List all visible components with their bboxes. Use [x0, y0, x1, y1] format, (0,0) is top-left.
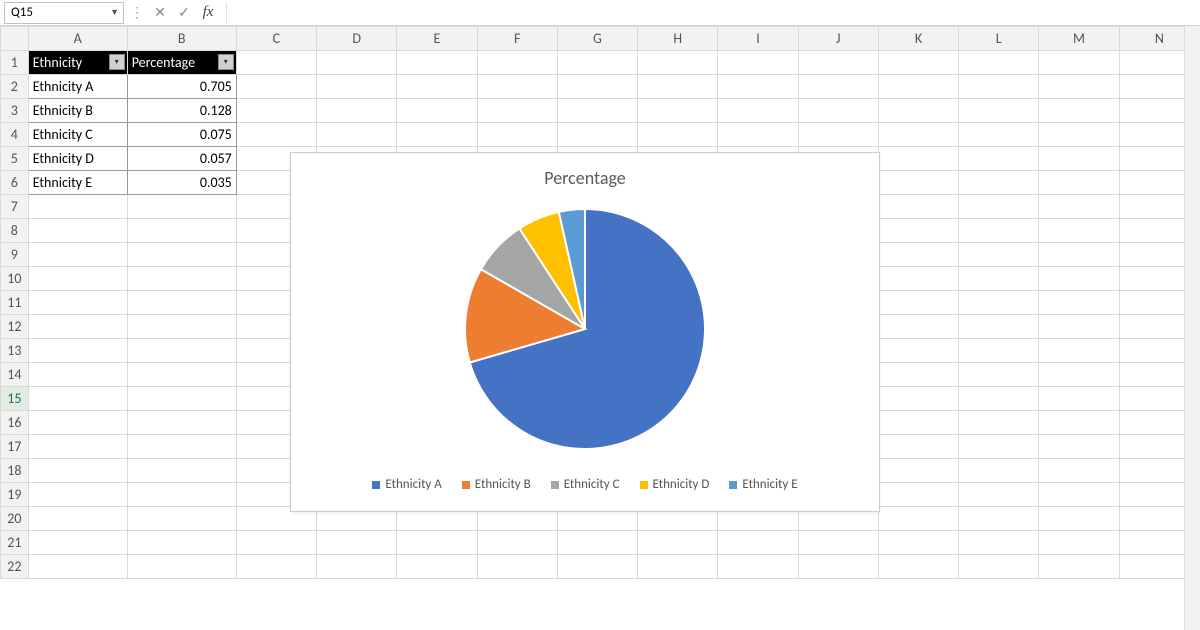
row-header-7[interactable]: 7 — [1, 195, 29, 219]
legend-item: Ethnicity E — [729, 477, 797, 492]
row-header-5[interactable]: 5 — [1, 147, 29, 171]
column-header-C[interactable]: C — [236, 27, 316, 51]
column-header-F[interactable]: F — [477, 27, 557, 51]
name-box-value: Q15 — [11, 5, 33, 20]
filter-button[interactable]: ▾ — [218, 54, 234, 70]
column-header-G[interactable]: G — [557, 27, 637, 51]
row-header-3[interactable]: 3 — [1, 99, 29, 123]
legend-item: Ethnicity A — [372, 477, 441, 492]
table-cell[interactable]: Ethnicity E — [28, 171, 127, 195]
row-header-13[interactable]: 13 — [1, 339, 29, 363]
filter-button[interactable]: ▾ — [109, 54, 125, 70]
header-cell-percentage[interactable]: Percentage▾ — [127, 51, 236, 75]
row-header-2[interactable]: 2 — [1, 75, 29, 99]
legend-label: Ethnicity C — [564, 477, 620, 492]
column-header-A[interactable]: A — [28, 27, 127, 51]
insert-function-button[interactable]: fx — [198, 3, 218, 23]
row-header-6[interactable]: 6 — [1, 171, 29, 195]
x-icon: ✕ — [154, 4, 166, 21]
table-cell[interactable]: Ethnicity B — [28, 99, 127, 123]
column-header-I[interactable]: I — [718, 27, 798, 51]
table-cell[interactable]: 0.035 — [127, 171, 236, 195]
row-header-19[interactable]: 19 — [1, 483, 29, 507]
row-header-21[interactable]: 21 — [1, 531, 29, 555]
row-header-12[interactable]: 12 — [1, 315, 29, 339]
column-header-E[interactable]: E — [397, 27, 477, 51]
table-cell[interactable]: 0.057 — [127, 147, 236, 171]
legend-swatch — [729, 481, 737, 489]
row-header-22[interactable]: 22 — [1, 555, 29, 579]
column-header-H[interactable]: H — [638, 27, 718, 51]
formula-bar: Q15 ▼ ⋮ ✕ ✓ fx — [0, 0, 1200, 26]
row-header-16[interactable]: 16 — [1, 411, 29, 435]
chart-title: Percentage — [291, 167, 879, 189]
legend-item: Ethnicity D — [640, 477, 710, 492]
table-cell[interactable]: 0.075 — [127, 123, 236, 147]
chart-legend: Ethnicity A Ethnicity B Ethnicity C Ethnici… — [291, 477, 879, 492]
formula-input[interactable] — [226, 2, 1196, 24]
legend-swatch — [462, 481, 470, 489]
legend-item: Ethnicity C — [551, 477, 620, 492]
table-cell[interactable]: 0.128 — [127, 99, 236, 123]
legend-label: Ethnicity D — [653, 477, 710, 492]
pie-chart[interactable]: Percentage Ethnicity AEthnicity BEthnici… — [290, 152, 880, 512]
row-header-20[interactable]: 20 — [1, 507, 29, 531]
row-header-18[interactable]: 18 — [1, 459, 29, 483]
select-all-corner[interactable] — [1, 27, 29, 51]
chevron-down-icon: ▼ — [110, 7, 119, 18]
table-cell[interactable]: Ethnicity C — [28, 123, 127, 147]
cancel-formula-button[interactable]: ✕ — [150, 3, 170, 23]
table-cell[interactable]: Ethnicity A — [28, 75, 127, 99]
row-header-11[interactable]: 11 — [1, 291, 29, 315]
table-cell[interactable]: 0.705 — [127, 75, 236, 99]
legend-swatch — [640, 481, 648, 489]
separator: ⋮ — [128, 4, 146, 21]
vertical-scrollbar[interactable] — [1184, 26, 1200, 630]
row-header-9[interactable]: 9 — [1, 243, 29, 267]
column-header-J[interactable]: J — [798, 27, 878, 51]
accept-formula-button[interactable]: ✓ — [174, 3, 194, 23]
legend-swatch — [551, 481, 559, 489]
header-cell-ethnicity[interactable]: Ethnicity▾ — [28, 51, 127, 75]
column-header-B[interactable]: B — [127, 27, 236, 51]
column-header-L[interactable]: L — [959, 27, 1039, 51]
legend-swatch — [372, 481, 380, 489]
column-header-K[interactable]: K — [878, 27, 958, 51]
chevron-down-icon: ▾ — [224, 57, 228, 67]
legend-label: Ethnicity E — [742, 477, 797, 492]
row-header-17[interactable]: 17 — [1, 435, 29, 459]
table-cell[interactable]: Ethnicity D — [28, 147, 127, 171]
row-header-4[interactable]: 4 — [1, 123, 29, 147]
pie-plot-area — [291, 199, 879, 459]
row-header-14[interactable]: 14 — [1, 363, 29, 387]
chevron-down-icon: ▾ — [115, 57, 119, 67]
row-header-1[interactable]: 1 — [1, 51, 29, 75]
legend-item: Ethnicity B — [462, 477, 531, 492]
fx-icon: fx — [203, 4, 214, 21]
column-header-M[interactable]: M — [1039, 27, 1119, 51]
row-header-8[interactable]: 8 — [1, 219, 29, 243]
legend-label: Ethnicity B — [475, 477, 531, 492]
row-header-10[interactable]: 10 — [1, 267, 29, 291]
row-header-15[interactable]: 15 — [1, 387, 29, 411]
column-header-D[interactable]: D — [317, 27, 397, 51]
check-icon: ✓ — [178, 4, 190, 21]
name-box[interactable]: Q15 ▼ — [4, 2, 124, 24]
legend-label: Ethnicity A — [385, 477, 441, 492]
